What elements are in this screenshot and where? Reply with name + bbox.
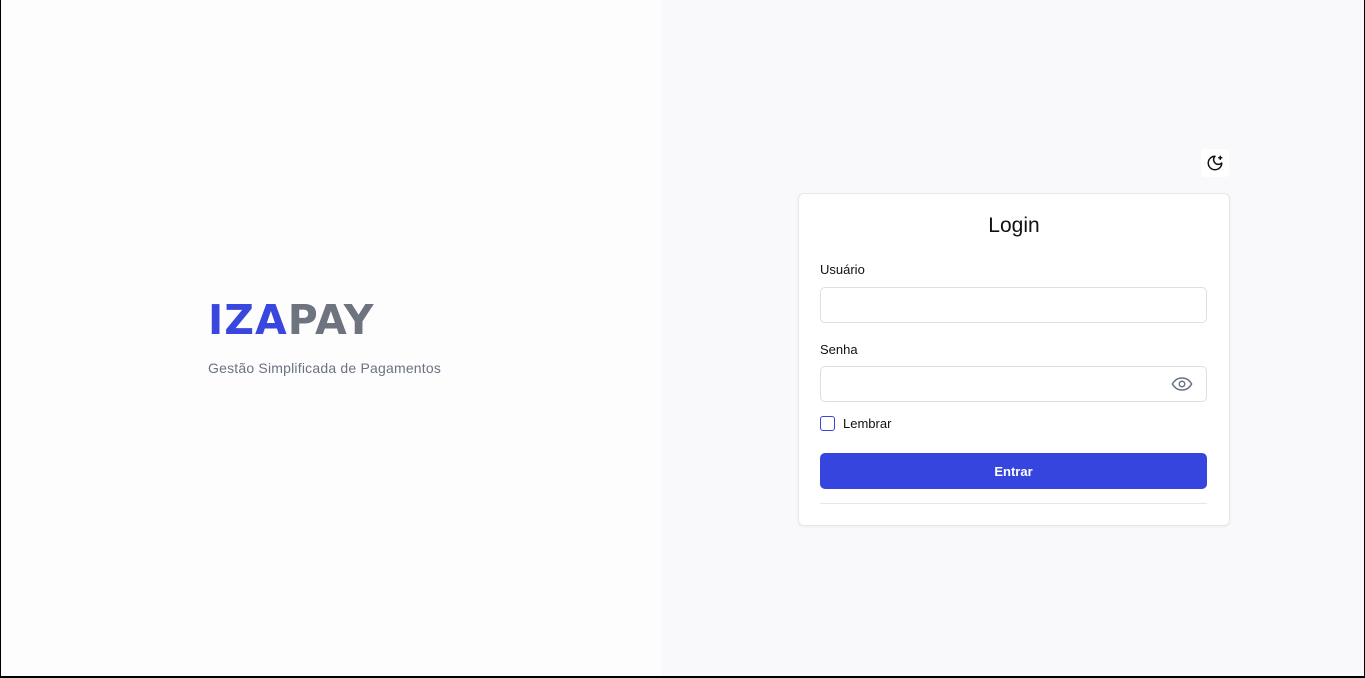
eye-icon[interactable] — [1171, 376, 1193, 392]
divider — [820, 503, 1207, 504]
theme-toggle-button[interactable] — [1201, 149, 1229, 177]
brand-block: IZA PAY Gestão Simplificada de Pagamentos — [208, 296, 441, 376]
submit-button[interactable]: Entrar — [820, 453, 1207, 489]
password-input[interactable] — [820, 366, 1207, 402]
remember-checkbox[interactable] — [820, 416, 835, 431]
remember-row[interactable]: Lembrar — [820, 416, 891, 431]
tagline: Gestão Simplificada de Pagamentos — [208, 360, 442, 376]
username-label: Usuário — [820, 262, 865, 277]
moon-sparkle-icon — [1207, 155, 1223, 171]
logo: IZA PAY — [208, 296, 441, 344]
login-title: Login — [988, 214, 1040, 237]
login-panel: Login Usuário Senha Lembrar Entrar — [661, 0, 1364, 676]
login-card: Login Usuário Senha Lembrar Entrar — [798, 193, 1230, 526]
username-input[interactable] — [820, 287, 1207, 323]
remember-label: Lembrar — [843, 416, 892, 431]
password-label: Senha — [820, 342, 858, 357]
brand-panel: IZA PAY Gestão Simplificada de Pagamentos — [1, 0, 661, 676]
logo-secondary-text: PAY — [287, 296, 375, 344]
logo-primary-text: IZA — [208, 296, 288, 344]
app-frame: IZA PAY Gestão Simplificada de Pagamentos… — [1, 0, 1364, 676]
